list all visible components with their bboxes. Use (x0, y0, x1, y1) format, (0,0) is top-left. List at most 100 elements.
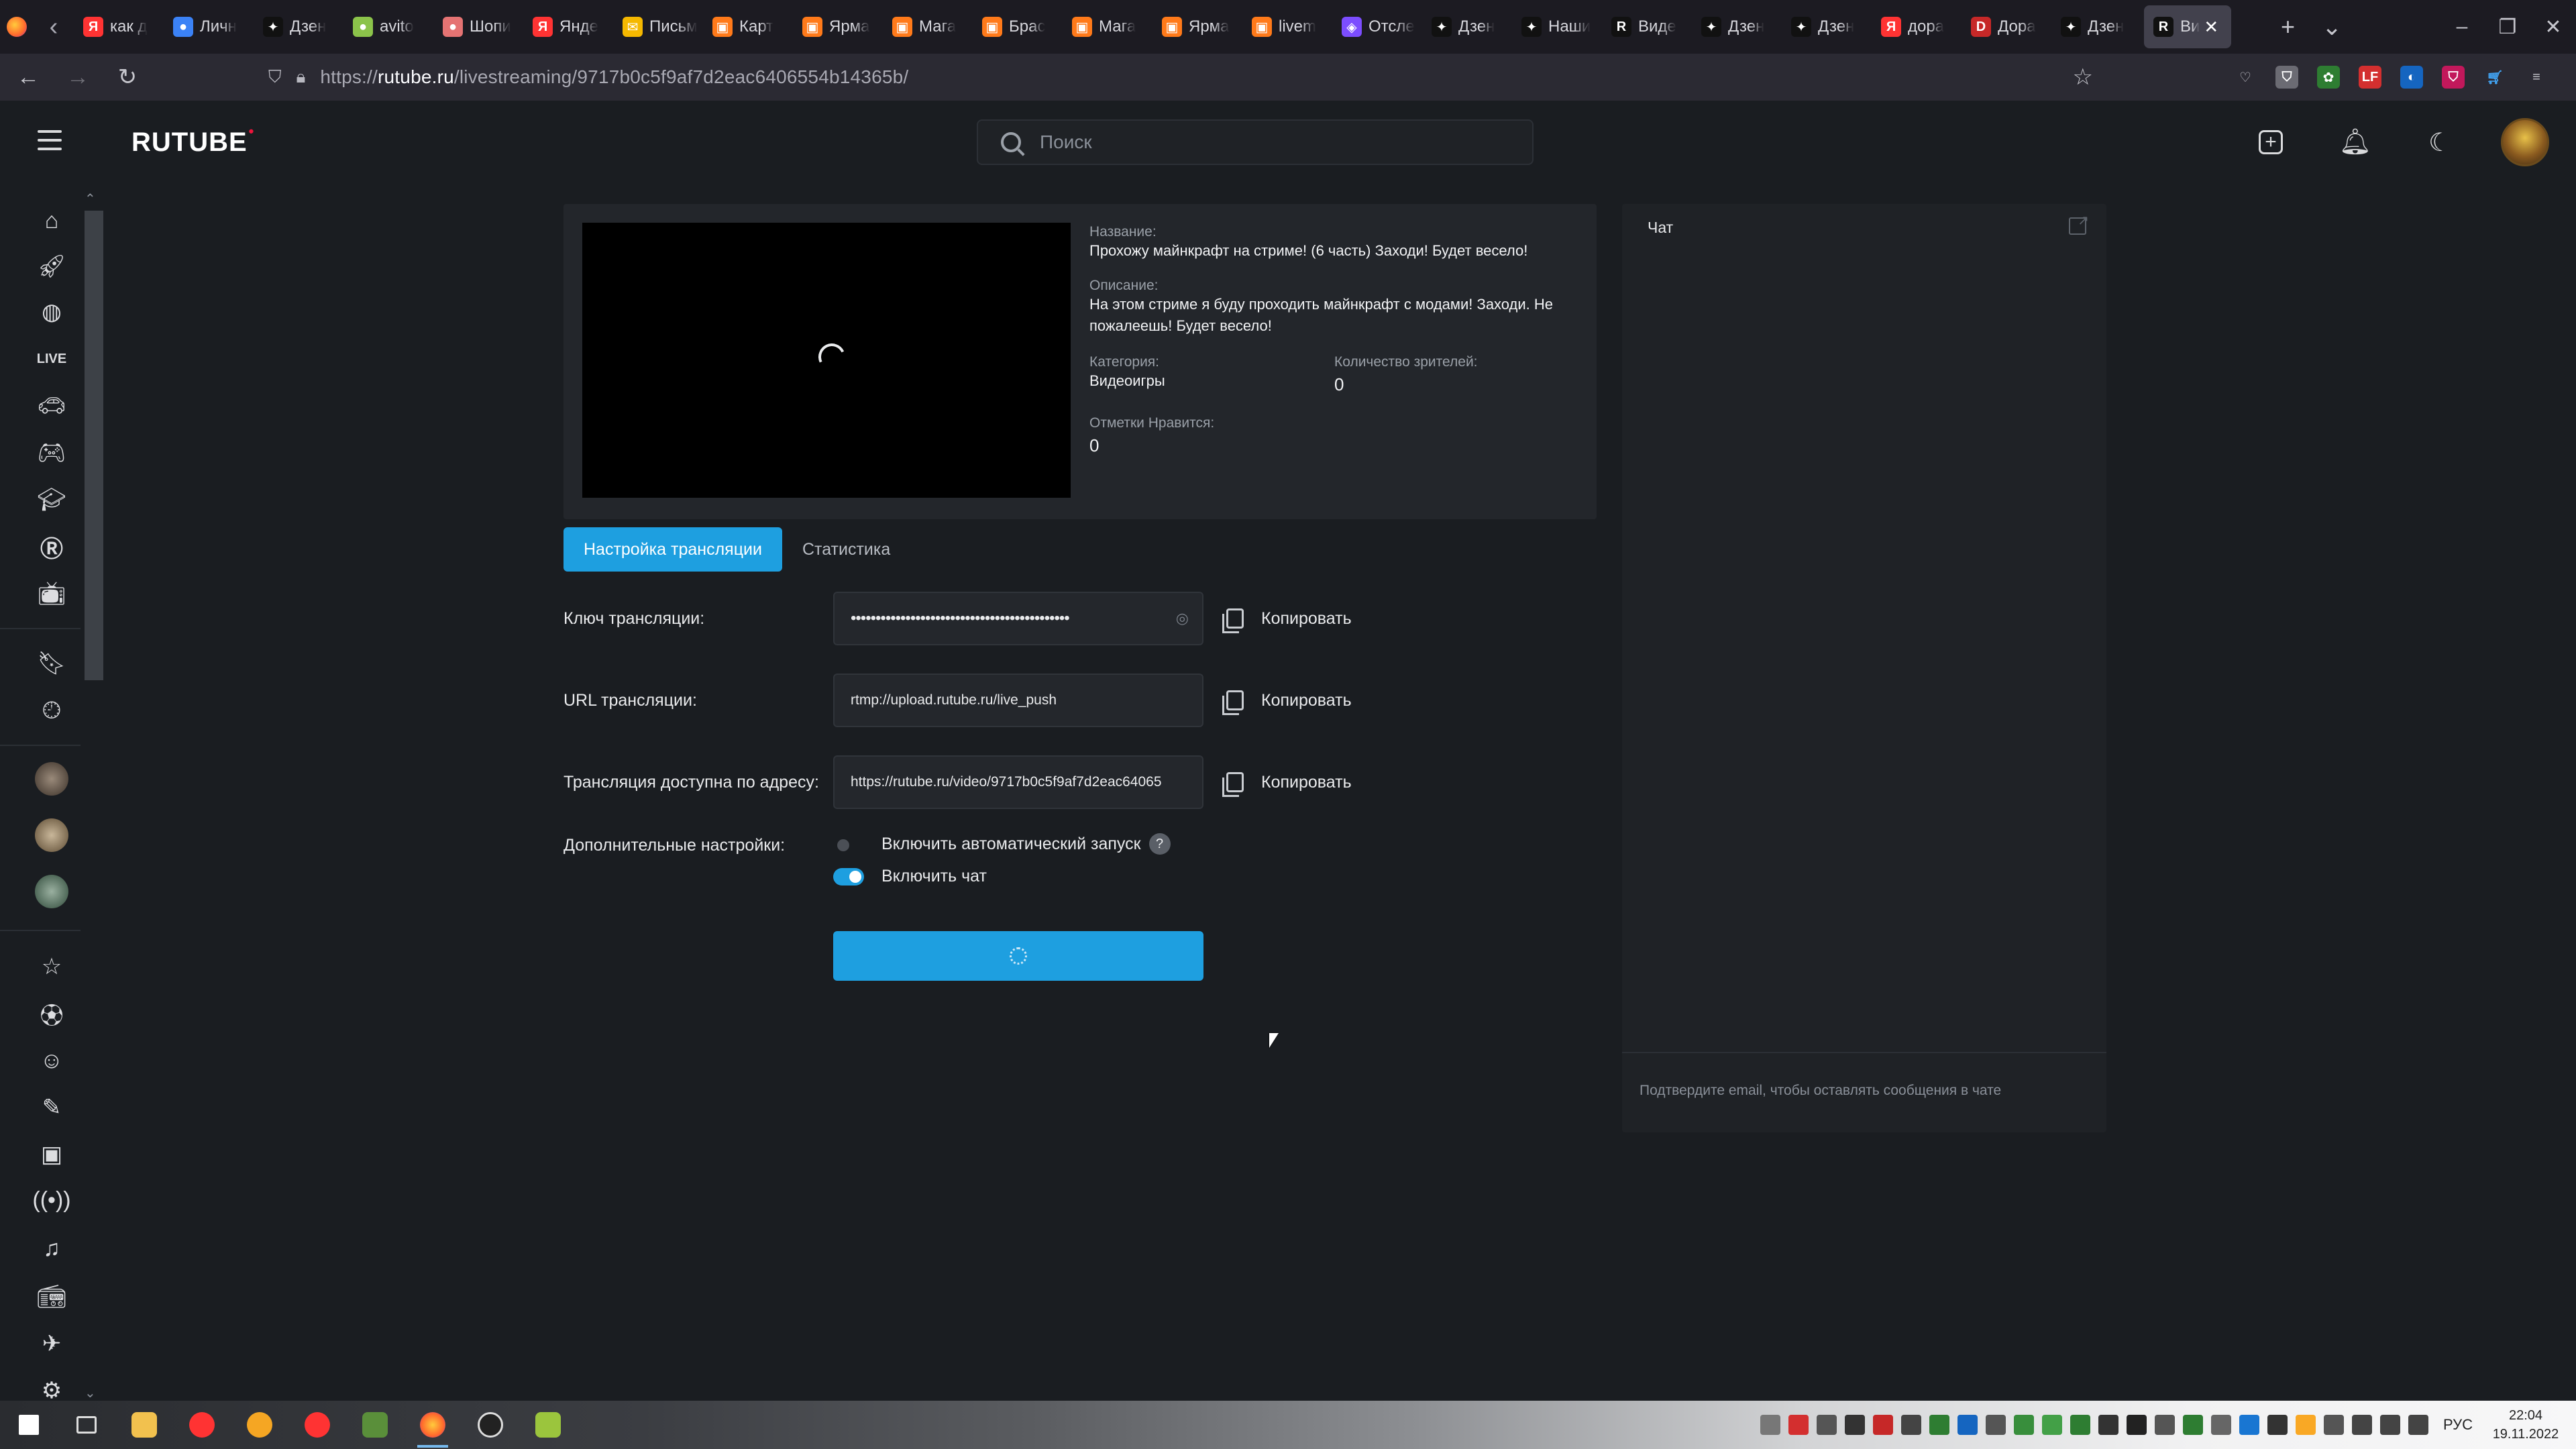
public-address-field[interactable]: https://rutube.ru/video/9717b0c5f9af7d2e… (833, 755, 1203, 809)
browser-tab[interactable]: ▣ Мага (883, 0, 973, 54)
back-icon[interactable]: ← (7, 56, 50, 99)
browser-tab[interactable]: ▣ Ярма (793, 0, 883, 54)
clock[interactable]: 22:04 19.11.2022 (2489, 1406, 2563, 1444)
dark-mode-moon-icon[interactable]: ☾ (2416, 119, 2463, 166)
tray-icon[interactable] (1872, 1415, 1893, 1435)
restore-icon[interactable]: ❐ (2485, 15, 2530, 39)
help-question-icon[interactable]: ? (1148, 833, 1171, 855)
pen-icon[interactable]: ✎ (35, 1091, 68, 1124)
list-all-tabs-icon[interactable]: ⌄ (2322, 13, 2342, 41)
yandex-browser-icon[interactable] (173, 1401, 231, 1449)
browser-tab[interactable]: ✦ Дзен (254, 0, 343, 54)
close-window-icon[interactable]: ✕ (2530, 15, 2576, 39)
volume-icon[interactable] (2351, 1415, 2372, 1435)
tracking-protection-shield-icon[interactable]: ⛉ (268, 66, 282, 88)
red-shield-extension-icon[interactable]: ⛉ (2442, 66, 2465, 89)
scrollbar-thumb[interactable] (85, 211, 103, 680)
popout-chat-icon[interactable] (2069, 212, 2089, 235)
shield-extension-icon[interactable]: ⛉ (2275, 66, 2298, 89)
tray-icon[interactable] (2070, 1415, 2090, 1435)
copy-address-button[interactable]: Копировать (1222, 772, 1352, 797)
browser-tab[interactable]: ● Шопи (433, 0, 523, 54)
obs-icon[interactable] (462, 1401, 519, 1449)
sport-ball-icon[interactable]: ⚽︎ (35, 997, 68, 1030)
subscription-avatar[interactable] (35, 818, 68, 852)
menu-icon[interactable]: ≡ (2525, 66, 2548, 89)
pocket-icon[interactable]: ♡ (2234, 66, 2257, 89)
music-note-icon[interactable]: ♫ (35, 1232, 68, 1265)
notifications-bell-icon[interactable]: 🔔︎ (2332, 119, 2379, 166)
tray-icon[interactable] (1900, 1415, 1921, 1435)
tray-icon[interactable] (2295, 1415, 2316, 1435)
video-player[interactable] (582, 223, 1071, 498)
network-icon[interactable] (2379, 1415, 2400, 1435)
browser-tab[interactable]: ▣ Ярма (1152, 0, 1242, 54)
new-tab-icon[interactable]: + (2281, 13, 2295, 41)
tray-icon[interactable] (2013, 1415, 2034, 1435)
tray-icon[interactable] (1816, 1415, 1837, 1435)
tray-icon[interactable] (2210, 1415, 2231, 1435)
gamepad-icon[interactable]: 🎮︎ (35, 436, 68, 470)
browser-tab[interactable]: ● Личн (164, 0, 254, 54)
autostart-toggle[interactable] (833, 835, 864, 853)
hamburger-menu-icon[interactable] (38, 130, 62, 150)
url-text[interactable]: https://rutube.ru/livestreaming/9717b0c5… (320, 66, 908, 88)
browser-tab[interactable]: ✉ Письм (613, 0, 703, 54)
bookmark-icon[interactable]: 🔖︎ (35, 647, 68, 680)
humor-smile-icon[interactable]: ☺ (35, 1044, 68, 1077)
rutube-originals-icon[interactable]: Ⓡ (35, 530, 68, 564)
lock-icon[interactable]: 🔒︎ (297, 66, 306, 88)
file-explorer-icon[interactable] (115, 1401, 173, 1449)
rutube-logo[interactable]: RUTUBE• (131, 123, 254, 158)
rocket-trending-icon[interactable]: 🚀︎ (35, 250, 68, 283)
scroll-down-icon[interactable]: ⌄ (85, 1385, 96, 1401)
tab-scroll-left-icon[interactable]: ‹ (34, 0, 74, 54)
swirl-extension-icon[interactable]: ◐ (2400, 66, 2423, 89)
browser-tab[interactable]: D Дора (1962, 0, 2051, 54)
plane-travel-icon[interactable]: ✈ (35, 1327, 68, 1360)
browser-tab[interactable]: ▣ livem (1242, 0, 1332, 54)
history-clock-icon[interactable]: 🕘︎ (35, 694, 68, 727)
task-view-icon[interactable] (58, 1401, 115, 1449)
tray-icon[interactable] (1985, 1415, 2006, 1435)
browser-tab[interactable]: Ядора (1872, 0, 1962, 54)
tray-icon[interactable] (2154, 1415, 2175, 1435)
browser-tab[interactable]: Я Янде (523, 0, 613, 54)
sidebar-scrollbar[interactable]: ⌃ ⌄ (82, 191, 103, 1401)
browser-tab[interactable]: ✦ Дзен (1422, 0, 1512, 54)
browser-tab[interactable]: ✦ Дзен (2051, 0, 2141, 54)
browser-tab[interactable]: Якак д (74, 0, 164, 54)
browser-tab[interactable]: ▣ Мага (1063, 0, 1152, 54)
tray-icon[interactable] (1788, 1415, 1809, 1435)
firefox-icon[interactable] (0, 0, 34, 54)
pen-icon[interactable] (2408, 1415, 2428, 1435)
radio-icon[interactable]: 📻︎ (35, 1280, 68, 1313)
tray-icon[interactable] (2323, 1415, 2344, 1435)
browser-tab[interactable]: ● avito (343, 0, 433, 54)
scroll-up-icon[interactable]: ⌃ (85, 191, 96, 207)
live-icon[interactable]: LIVE (35, 342, 68, 376)
hidden-eye-icon[interactable]: ◎ (1176, 610, 1189, 627)
tab-stream-settings[interactable]: Настройка трансляции (564, 527, 782, 572)
tab-active[interactable]: R Ви ✕ (2144, 5, 2231, 48)
browser-tab[interactable]: R Виде (1602, 0, 1692, 54)
star-icon[interactable]: ☆ (35, 950, 68, 983)
car-icon[interactable]: 🚗︎ (35, 389, 68, 423)
browser-tab[interactable]: ✦ Дзен (1692, 0, 1782, 54)
lf-extension-icon[interactable]: LF (2359, 66, 2381, 89)
close-tab-icon[interactable]: ✕ (2204, 17, 2218, 38)
reload-icon[interactable]: ↻ (106, 56, 149, 99)
tray-icon[interactable] (1760, 1415, 1780, 1435)
stream-key-field[interactable]: ••••••••••••••••••••••••••••••••••••••••… (833, 592, 1203, 645)
broadcast-icon[interactable]: ((•)) (32, 1183, 70, 1217)
browser-tab[interactable]: ▣ Брас (973, 0, 1063, 54)
globe-icon[interactable]: ◍ (35, 295, 68, 329)
home-icon[interactable]: ⌂ (35, 204, 68, 237)
start-windows-icon[interactable] (0, 1401, 58, 1449)
tray-icon[interactable] (2239, 1415, 2259, 1435)
education-cap-icon[interactable]: 🎓︎ (35, 483, 68, 517)
subscription-avatar[interactable] (35, 875, 68, 908)
tab-statistics[interactable]: Статистика (782, 527, 910, 572)
forward-icon[interactable]: → (56, 56, 99, 99)
subscription-avatar[interactable] (35, 762, 68, 796)
